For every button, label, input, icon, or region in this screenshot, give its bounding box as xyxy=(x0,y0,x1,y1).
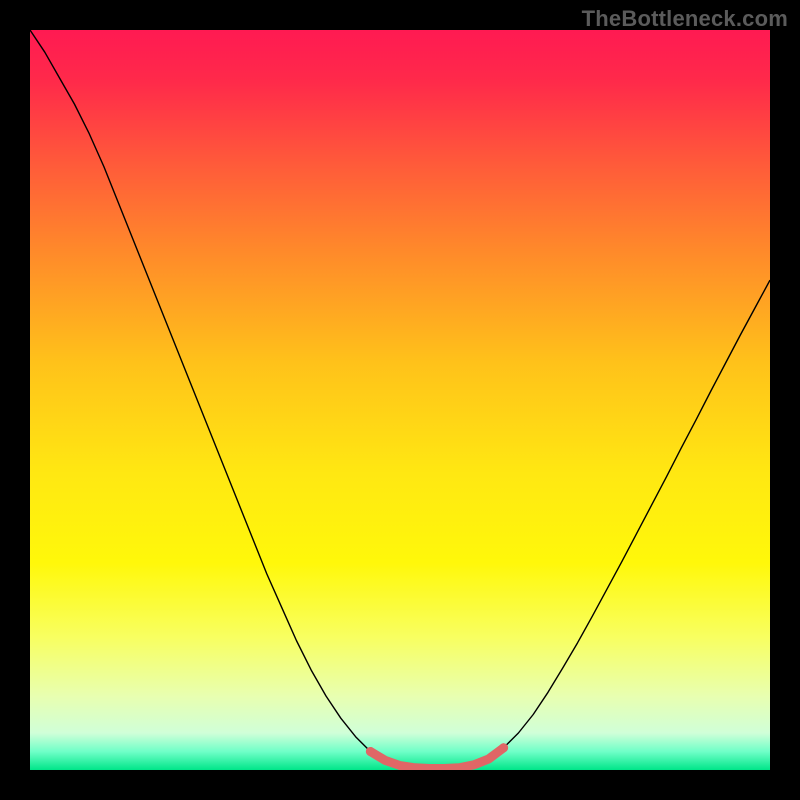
watermark-text: TheBottleneck.com xyxy=(582,6,788,32)
chart-frame: TheBottleneck.com xyxy=(0,0,800,800)
series-optimal-band-endpoint xyxy=(366,747,375,756)
chart-background xyxy=(30,30,770,770)
series-optimal-band-endpoint xyxy=(499,743,508,752)
chart-plot-area xyxy=(30,30,770,770)
chart-svg xyxy=(30,30,770,770)
